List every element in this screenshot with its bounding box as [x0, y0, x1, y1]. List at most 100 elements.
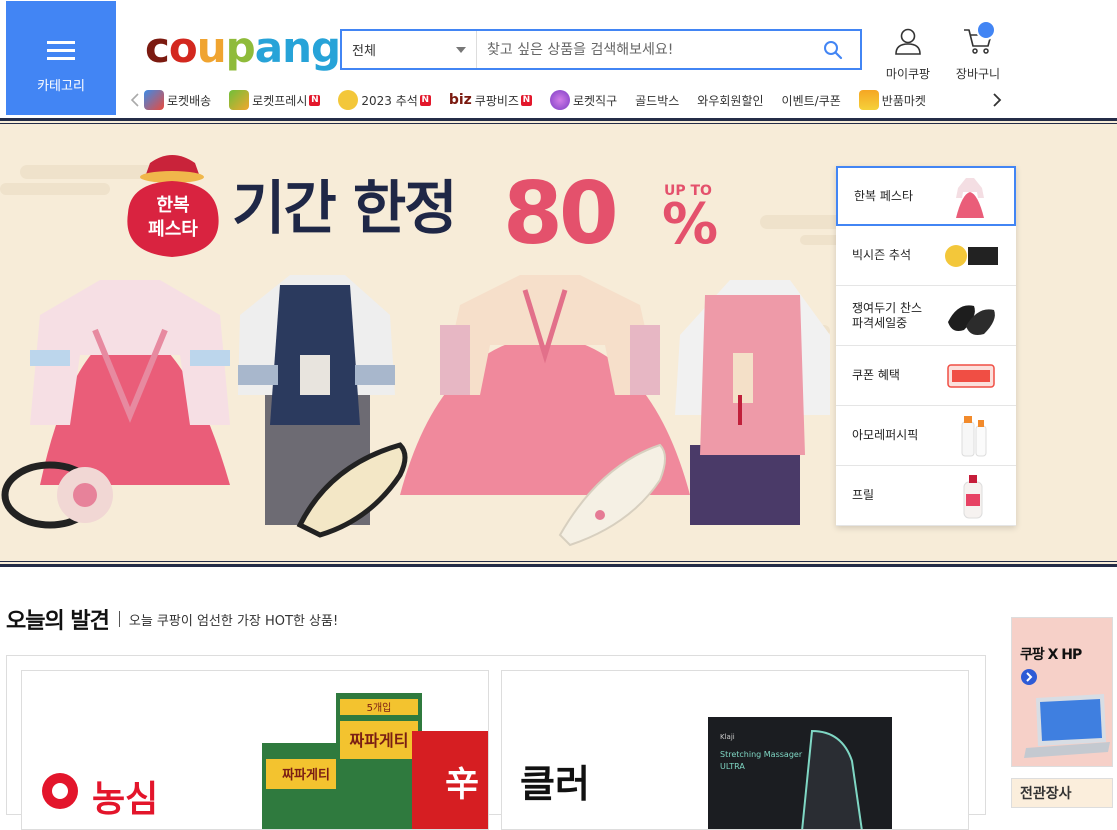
massager-card-image: 클러 Klaji Stretching Massager ULTRA — [520, 717, 892, 829]
new-badge: N — [309, 94, 321, 106]
box-title: Stretching Massager — [720, 750, 803, 759]
side-tab-label: 아모레퍼시픽 — [852, 428, 919, 442]
chevron-down-icon — [456, 46, 466, 53]
logo-letter: u — [196, 23, 227, 72]
search-scope-value: 전체 — [352, 44, 376, 59]
subnav-item-rocket-delivery[interactable]: 로켓배송 — [144, 90, 211, 110]
hanbok-boy-2 — [675, 280, 830, 525]
coupang-logo[interactable]: coupang — [145, 22, 341, 74]
section-subtitle: 오늘 쿠팡이 엄선한 가장 HOT한 상품! — [128, 613, 339, 629]
search-button[interactable] — [806, 31, 860, 68]
side-tab-label: 한복 페스타 — [854, 188, 914, 203]
card-headline: 클러 — [520, 762, 590, 806]
subnav-item-chuseok[interactable]: 2023 추석 N — [338, 90, 431, 110]
new-badge: N — [419, 94, 431, 106]
subnav-next-button[interactable] — [988, 92, 1006, 108]
search-bar: 전체 — [340, 29, 862, 70]
subnav-item-wow-discount[interactable]: 와우회원할인 — [697, 92, 763, 109]
subnav-label: 골드박스 — [635, 93, 680, 108]
chevron-left-icon — [130, 93, 139, 107]
pack-text: 짜파게티 — [282, 767, 330, 783]
return-market-icon — [858, 90, 879, 110]
rocket-fresh-icon — [229, 90, 250, 110]
my-coupang-link[interactable]: 마이쿠팡 — [880, 26, 936, 82]
subnav-label: 이벤트/쿠폰 — [781, 93, 841, 108]
logo-letter: c — [145, 23, 170, 72]
today-products: 농심 짜파게티 5개입 짜파게티 辛 클러 Klaji Stretching M… — [6, 655, 986, 830]
side-tab-hanbok-festa[interactable]: 한복 페스타 — [836, 166, 1016, 226]
banner-upto: UP TO — [664, 183, 712, 199]
side-tab-label: 쟁여두기 찬스 파격세일중 — [852, 300, 923, 330]
subnav-label: 로켓배송 — [167, 93, 212, 108]
side-tab-label: 프릴 — [852, 488, 875, 502]
side-tab-big-season-chuseok[interactable]: 빅시즌 추석 — [836, 226, 1016, 286]
side-tab-label: 쿠폰 혜택 — [852, 368, 900, 382]
banner-headline: 기간 한정 — [232, 174, 456, 242]
subnav-label: 2023 추석 — [361, 93, 418, 108]
box-subtitle: ULTRA — [720, 762, 745, 771]
side-tab-amorepacific[interactable]: 아모레퍼시픽 — [836, 406, 1016, 466]
hanbok-thumb-icon — [956, 178, 984, 218]
subnav-label: 와우회원할인 — [697, 93, 764, 108]
logo-letter: o — [168, 23, 198, 72]
brand-name: 농심 — [92, 779, 158, 820]
cart-label: 장바구니 — [955, 67, 1001, 81]
biz-logo: biz — [448, 92, 472, 108]
globe-icon — [549, 90, 570, 110]
ad-title: 쿠팡 X HP — [1020, 647, 1082, 663]
ad-title: 전관장사 — [1020, 786, 1072, 802]
search-icon — [824, 40, 843, 59]
pack-text: 짜파게티 — [350, 731, 409, 750]
subnav-item-rocket-fresh[interactable]: 로켓프레시 N — [229, 90, 321, 110]
cosmetics-icon — [961, 415, 987, 456]
hanbok-girl-1 — [30, 280, 230, 485]
subnav-item-events-coupons[interactable]: 이벤트/쿠폰 — [782, 92, 841, 109]
subnav-label: 로켓직구 — [572, 93, 618, 108]
chevron-right-icon — [993, 93, 1002, 107]
side-tab-label: 빅시즌 추석 — [852, 248, 912, 262]
category-button[interactable]: 카테고리 — [6, 1, 116, 115]
title-divider — [118, 611, 120, 627]
subnav-item-goldbox[interactable]: 골드박스 — [635, 92, 679, 109]
pouch-text-2: 페스타 — [148, 219, 198, 240]
menu-icon — [47, 41, 75, 61]
ad-exhibition[interactable]: 전관장사 — [1011, 778, 1113, 808]
pack-count: 5개입 — [367, 701, 392, 714]
subnav-items: 로켓배송 로켓프레시 N 2023 추석 N biz 쿠팡비즈 N 로켓직구 골… — [144, 90, 988, 110]
slippers-icon — [948, 304, 995, 335]
product-card-nongshim[interactable]: 농심 짜파게티 5개입 짜파게티 辛 — [21, 670, 489, 830]
logo-letter: ang — [254, 23, 341, 72]
sub-navigation: 로켓배송 로켓프레시 N 2023 추석 N biz 쿠팡비즈 N 로켓직구 골… — [126, 86, 1006, 114]
user-icon — [895, 28, 921, 55]
banner-discount: 80 — [503, 164, 615, 264]
side-tab-frill[interactable]: 프릴 — [836, 466, 1016, 526]
ad-coupang-hp[interactable]: 쿠팡 X HP — [1011, 617, 1113, 767]
chuseok-icon — [338, 90, 359, 110]
main-banner[interactable]: 한복 페스타 기간 한정 80 % UP TO 한복 페스타 빅시즌 추석 쟁여… — [0, 118, 1117, 567]
detergent-icon — [963, 474, 983, 518]
coupon-icon — [947, 363, 995, 388]
header: 카테고리 coupang 전체 마이쿠팡 장바구니 — [0, 0, 1117, 118]
section-title: 오늘의 발견 — [6, 609, 110, 634]
search-input[interactable] — [477, 31, 806, 68]
side-tab-coupon-benefit[interactable]: 쿠폰 혜택 — [836, 346, 1016, 406]
rocket-icon — [144, 90, 164, 110]
product-card-massager[interactable]: 클러 Klaji Stretching Massager ULTRA — [501, 670, 969, 830]
subnav-item-coupang-biz[interactable]: biz 쿠팡비즈 N — [449, 92, 532, 109]
subnav-label: 로켓프레시 — [252, 93, 308, 108]
subnav-prev-button[interactable] — [126, 92, 144, 108]
my-coupang-label: 마이쿠팡 — [885, 67, 931, 81]
logo-letter: p — [225, 23, 256, 72]
search-scope-select[interactable]: 전체 — [342, 31, 477, 68]
box-brand: Klaji — [720, 733, 735, 741]
banner-percent: % — [662, 192, 718, 257]
cart-count-badge — [976, 20, 996, 40]
side-tab-stock-up-sale[interactable]: 쟁여두기 찬스 파격세일중 — [836, 286, 1016, 346]
laptop-image — [1024, 694, 1110, 758]
chuseok-2023-icon — [945, 244, 998, 267]
subnav-item-rocket-direct[interactable]: 로켓직구 — [549, 90, 618, 110]
today-discovery-header: 오늘의 발견 오늘 쿠팡이 엄선한 가장 HOT한 상품! — [6, 603, 338, 635]
subnav-item-return-market[interactable]: 반품마켓 — [858, 90, 926, 110]
cart-link[interactable]: 장바구니 — [950, 20, 1006, 82]
subnav-label: 반품마켓 — [881, 93, 926, 108]
